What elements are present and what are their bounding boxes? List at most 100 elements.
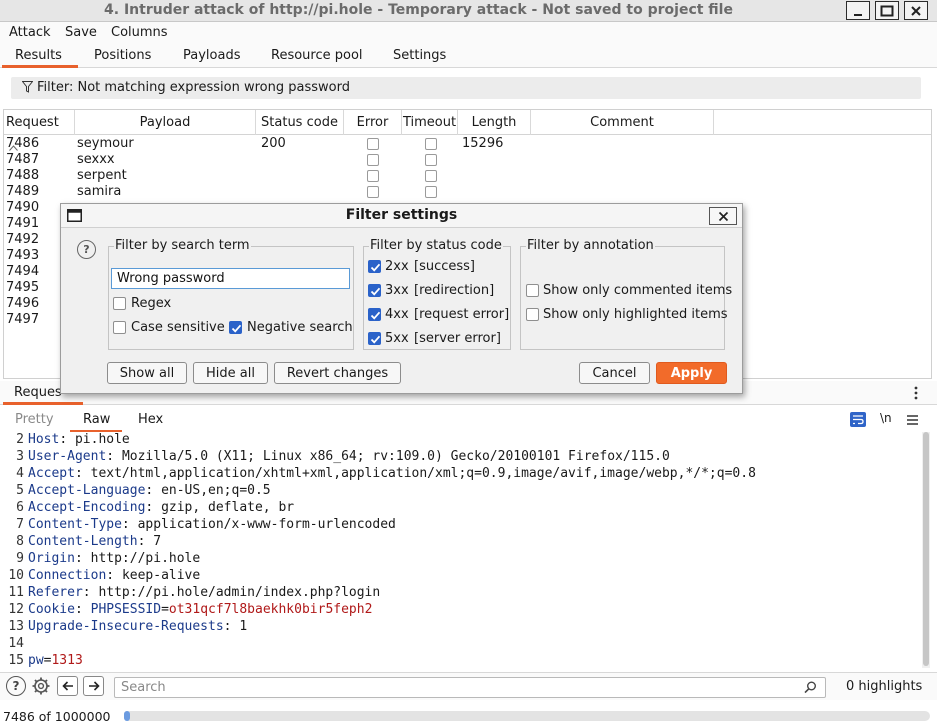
status-code-label: 2xx	[385, 259, 409, 274]
tab-positions[interactable]: Positions	[94, 48, 151, 63]
header-value: en-US,en;q=0.5	[161, 483, 271, 498]
table-header: Request Payload Status code Error Timeou…	[4, 110, 931, 151]
subtab-hex[interactable]: Hex	[138, 412, 163, 427]
table-row[interactable]: 7487 sexxx	[4, 152, 931, 168]
line-number: 15	[8, 653, 24, 668]
previous-match-button[interactable]	[57, 676, 78, 696]
code-line: pw=1313	[28, 653, 83, 668]
tab-resource-pool[interactable]: Resource pool	[271, 48, 363, 63]
dialog-help-button[interactable]: ?	[77, 240, 96, 259]
help-icon: ?	[83, 243, 90, 256]
dialog-titlebar: Filter settings	[61, 204, 742, 228]
minimize-button[interactable]	[846, 1, 870, 20]
main-tabs: Results Positions Payloads Resource pool…	[0, 44, 937, 68]
body-param-value: 1313	[51, 653, 83, 668]
cell-request: 7492	[6, 232, 40, 247]
column-timeout[interactable]: Timeout	[402, 110, 458, 135]
cell-payload: samira	[77, 184, 122, 199]
status-code-label: 3xx	[385, 283, 409, 298]
checkmark-icon	[231, 324, 242, 333]
progress-fill	[124, 711, 131, 721]
hide-all-button[interactable]: Hide all	[193, 362, 268, 384]
dialog-close-button[interactable]	[709, 207, 737, 225]
header-name: Origin	[28, 551, 75, 566]
negative-search-label: Negative search	[247, 320, 353, 335]
filter-settings-dialog: Filter settings ? Filter by search term …	[60, 203, 743, 394]
regex-label: Regex	[131, 296, 172, 311]
show-all-button[interactable]: Show all	[107, 362, 187, 384]
subtab-raw[interactable]: Raw	[83, 412, 110, 427]
apply-button[interactable]: Apply	[656, 362, 727, 384]
menu-attack[interactable]: Attack	[9, 25, 51, 40]
cancel-button[interactable]: Cancel	[579, 362, 650, 384]
arrow-right-icon	[88, 681, 100, 691]
tab-payloads[interactable]: Payloads	[183, 48, 240, 63]
maximize-button[interactable]	[875, 1, 899, 20]
status-code-legend: Filter by status code	[369, 238, 503, 254]
commented-items-checkbox[interactable]	[526, 284, 539, 297]
error-checkbox	[367, 170, 379, 182]
header-separator: :	[145, 500, 162, 515]
error-checkbox	[367, 186, 379, 198]
close-window-button[interactable]	[904, 1, 928, 20]
table-row[interactable]: 7488 serpent	[4, 168, 931, 184]
highlights-count: 0 highlights	[846, 679, 923, 694]
header-separator: :	[59, 432, 75, 447]
status-3xx-checkbox[interactable]	[368, 284, 381, 297]
column-length[interactable]: Length	[458, 110, 531, 135]
line-number: 4	[16, 466, 24, 481]
case-sensitive-label: Case sensitive	[131, 320, 225, 335]
column-payload[interactable]: Payload	[75, 110, 256, 135]
regex-checkbox[interactable]	[113, 297, 126, 310]
help-icon: ?	[12, 679, 20, 693]
search-bar: ? 0 highlights	[0, 672, 937, 700]
cookie-value: ot31qcf7l8baekhk0bir5feph2	[168, 602, 373, 617]
status-5xx-checkbox[interactable]	[368, 332, 381, 345]
scrollbar-thumb[interactable]	[923, 432, 929, 666]
menu-columns[interactable]: Columns	[111, 25, 168, 40]
close-icon	[718, 211, 728, 221]
editor-scrollbar[interactable]	[922, 432, 930, 668]
next-match-button[interactable]	[83, 676, 104, 696]
raw-request-editor[interactable]: 2 Host: pi.hole 3 User-Agent: Mozilla/5.0 (…	[0, 432, 922, 668]
column-status-code[interactable]: Status code	[256, 110, 344, 135]
column-error[interactable]: Error	[344, 110, 402, 135]
search-input[interactable]	[114, 677, 826, 698]
tab-results[interactable]: Results	[15, 48, 62, 63]
column-label: Request	[6, 115, 59, 130]
code-line: User-Agent: Mozilla/5.0 (X11; Linux x86_…	[28, 449, 670, 464]
negative-search-checkbox[interactable]	[229, 321, 242, 334]
newline-toggle[interactable]: \n	[880, 411, 892, 425]
search-term-input[interactable]	[111, 268, 350, 289]
code-line: Cookie: PHPSESSID=ot31qcf7l8baekhk0bir5f…	[28, 602, 372, 617]
cell-request: 7491	[6, 216, 40, 231]
status-code-description: [success]	[414, 259, 475, 274]
menu-save[interactable]: Save	[65, 25, 97, 40]
body-param-name: pw	[28, 653, 44, 668]
revert-changes-button[interactable]: Revert changes	[274, 362, 401, 384]
tab-settings[interactable]: Settings	[393, 48, 446, 63]
cell-payload: sexxx	[77, 152, 115, 167]
highlighted-items-checkbox[interactable]	[526, 308, 539, 321]
wrap-lines-button[interactable]	[850, 412, 866, 427]
settings-button[interactable]	[31, 676, 51, 696]
annotation-group: Filter by annotation	[520, 238, 725, 350]
window-title: 4. Intruder attack of http://pi.hole - T…	[104, 2, 733, 18]
tab-request[interactable]: Reques	[14, 385, 62, 400]
case-sensitive-checkbox[interactable]	[113, 321, 126, 334]
status-4xx-checkbox[interactable]	[368, 308, 381, 321]
more-options-icon[interactable]	[913, 386, 919, 400]
cell-request: 7488	[6, 168, 40, 183]
column-comment[interactable]: Comment	[531, 110, 714, 135]
column-request[interactable]: Request	[4, 110, 75, 151]
header-name: Accept-Encoding	[28, 500, 146, 515]
table-row[interactable]: 7489 samira	[4, 184, 931, 200]
menu-icon[interactable]	[907, 415, 918, 425]
line-number: 6	[16, 500, 24, 515]
header-value: pi.hole	[74, 432, 130, 447]
filter-bar[interactable]: Filter: Not matching expression wrong pa…	[11, 77, 921, 99]
table-row[interactable]: 7486 seymour 200 15296	[4, 136, 931, 152]
help-button[interactable]: ?	[6, 676, 26, 696]
status-2xx-checkbox[interactable]	[368, 260, 381, 273]
subtab-pretty[interactable]: Pretty	[15, 412, 54, 427]
